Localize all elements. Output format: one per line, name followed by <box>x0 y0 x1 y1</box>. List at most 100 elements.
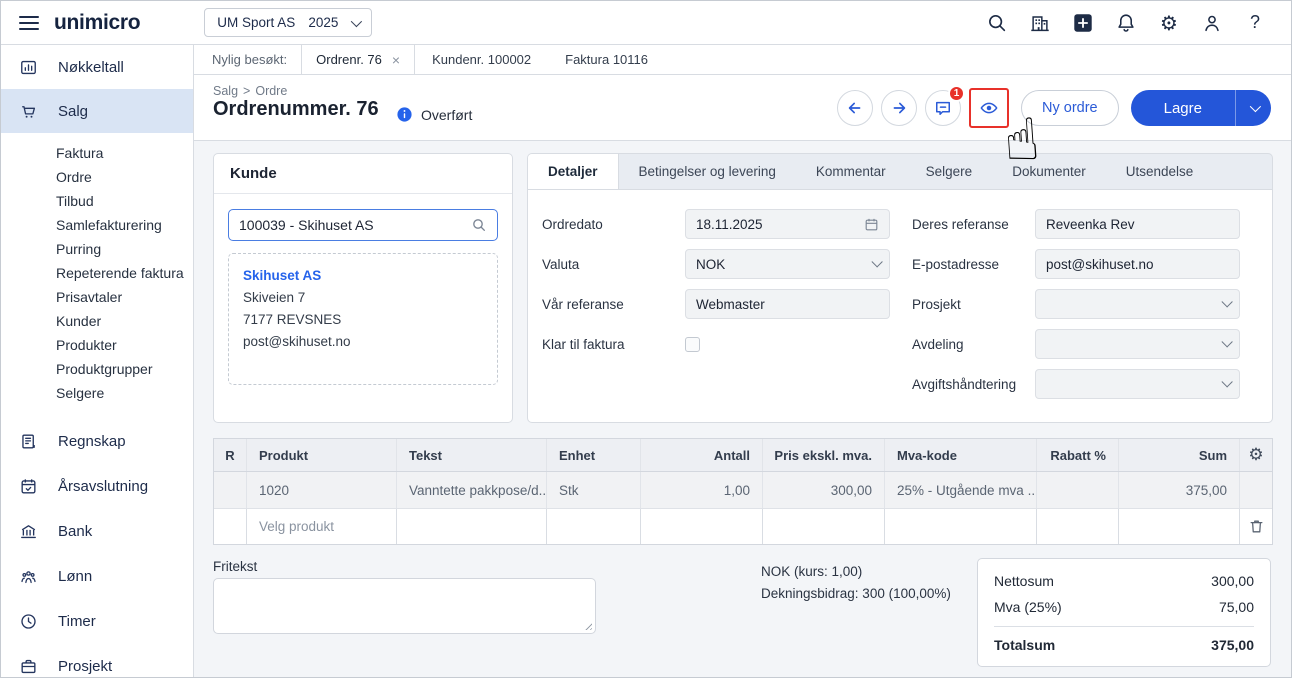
breadcrumb-ordre[interactable]: Ordre <box>255 84 287 98</box>
sidebar-item-purring[interactable]: Purring <box>1 237 193 261</box>
cell-pris[interactable]: 300,00 <box>763 472 885 508</box>
table-row[interactable]: 1020 Vanntette pakkpose/d... Stk 1,00 30… <box>214 472 1272 509</box>
sidebar-item-prisavtaler[interactable]: Prisavtaler <box>1 285 193 309</box>
notifications-icon[interactable] <box>1114 11 1138 35</box>
sidebar-item-bank[interactable]: Bank <box>1 509 193 554</box>
mva-row: Mva (25%) 75,00 <box>994 594 1254 620</box>
cell-antall-input[interactable] <box>641 509 763 544</box>
epostadresse-input[interactable]: post@skihuset.no <box>1035 249 1240 279</box>
customer-search-input[interactable]: 100039 - Skihuset AS <box>228 209 498 241</box>
sidebar-item-produkter[interactable]: Produkter <box>1 333 193 357</box>
settings-icon[interactable]: ⚙ <box>1157 11 1181 35</box>
breadcrumb-salg[interactable]: Salg <box>213 84 238 98</box>
cell-rabatt-input[interactable] <box>1037 509 1119 544</box>
fritekst-label: Fritekst <box>213 559 257 574</box>
tab-utsendelse[interactable]: Utsendelse <box>1106 154 1214 189</box>
avdeling-select[interactable] <box>1035 329 1240 359</box>
ordredato-input[interactable]: 18.11.2025 <box>685 209 890 239</box>
cell-antall[interactable]: 1,00 <box>641 472 763 508</box>
preview-button[interactable] <box>972 91 1006 125</box>
table-new-row[interactable]: Velg produkt <box>214 509 1272 544</box>
add-new-icon[interactable] <box>1071 11 1095 35</box>
sidebar-item-samlefakturering[interactable]: Samlefakturering <box>1 213 193 237</box>
recent-tab-ordrenr-76[interactable]: Ordrenr. 76 × <box>301 45 415 75</box>
cell-pris-input[interactable] <box>763 509 885 544</box>
sidebar-item-label: Årsavslutning <box>58 478 148 495</box>
company-directory-icon[interactable] <box>1028 11 1052 35</box>
header-actions: 1 Ny ordre Lagre <box>837 88 1271 128</box>
sidebar-item-produktgrupper[interactable]: Produktgrupper <box>1 357 193 381</box>
deres-referanse-input[interactable]: Reveenka Rev <box>1035 209 1240 239</box>
col-pris: Pris ekskl. mva. <box>763 439 885 471</box>
cell-sum-input[interactable] <box>1119 509 1240 544</box>
page-header: Salg>Ordre Ordrenummer. 76 Overført 1 <box>194 75 1291 141</box>
customer-name-link[interactable]: Skihuset AS <box>243 265 483 287</box>
chart-icon <box>19 58 38 77</box>
sidebar-item-prosjekt[interactable]: Prosjekt <box>1 644 193 678</box>
recently-visited-bar: Nylig besøkt: Ordrenr. 76 × Kundenr. 100… <box>194 45 1291 75</box>
search-icon[interactable] <box>985 11 1009 35</box>
cell-enhet-input[interactable] <box>547 509 641 544</box>
close-icon[interactable]: × <box>392 53 400 67</box>
tab-selgere[interactable]: Selgere <box>906 154 993 189</box>
sidebar-item-label: Prosjekt <box>58 658 112 675</box>
sidebar-item-regnskap[interactable]: Regnskap <box>1 419 193 464</box>
tab-betingelser-og-levering[interactable]: Betingelser og levering <box>619 154 796 189</box>
table-settings-icon[interactable]: ⚙ <box>1248 447 1263 464</box>
sidebar-item-arsavslutning[interactable]: Årsavslutning <box>1 464 193 509</box>
cell-produkt[interactable]: 1020 <box>247 472 397 508</box>
sidebar-item-nokkeltall[interactable]: Nøkkeltall <box>1 45 193 89</box>
preview-highlight-box <box>969 88 1009 128</box>
help-icon[interactable]: ? <box>1243 11 1267 35</box>
forward-button[interactable] <box>881 90 917 126</box>
customer-email: post@skihuset.no <box>243 331 483 353</box>
nettosum-row: Nettosum 300,00 <box>994 568 1254 594</box>
tab-kommentar[interactable]: Kommentar <box>796 154 906 189</box>
save-dropdown-button[interactable] <box>1235 90 1271 126</box>
sidebar-item-timer[interactable]: Timer <box>1 599 193 644</box>
sidebar-item-selgere[interactable]: Selgere <box>1 381 193 405</box>
menu-icon[interactable] <box>19 16 39 30</box>
sidebar-item-salg[interactable]: Salg <box>1 89 193 133</box>
var-referanse-input[interactable]: Webmaster <box>685 289 890 319</box>
sidebar-item-tilbud[interactable]: Tilbud <box>1 189 193 213</box>
tab-dokumenter[interactable]: Dokumenter <box>992 154 1106 189</box>
klar-til-faktura-label: Klar til faktura <box>542 337 685 352</box>
cell-mva-kode-input[interactable] <box>885 509 1037 544</box>
sidebar-item-repeterende-faktura[interactable]: Repeterende faktura <box>1 261 193 285</box>
trash-icon[interactable] <box>1248 518 1265 535</box>
cell-tekst[interactable]: Vanntette pakkpose/d... <box>397 472 547 508</box>
detail-form-left: Ordredato 18.11.2025 Valuta NOK <box>542 204 890 364</box>
epostadresse-label: E-postadresse <box>912 257 1035 272</box>
save-button[interactable]: Lagre <box>1131 90 1235 126</box>
recent-tab-kundenr[interactable]: Kundenr. 100002 <box>415 52 548 67</box>
sidebar-item-faktura[interactable]: Faktura <box>1 141 193 165</box>
user-icon[interactable] <box>1200 11 1224 35</box>
prosjekt-select[interactable] <box>1035 289 1240 319</box>
customer-address-card: Skihuset AS Skiveien 7 7177 REVSNES post… <box>228 253 498 385</box>
tab-detaljer[interactable]: Detaljer <box>528 154 619 189</box>
cell-sum[interactable]: 375,00 <box>1119 472 1240 508</box>
sidebar-item-ordre[interactable]: Ordre <box>1 165 193 189</box>
cell-produkt-input[interactable]: Velg produkt <box>247 509 397 544</box>
clock-icon <box>19 612 38 631</box>
new-order-button[interactable]: Ny ordre <box>1021 90 1119 126</box>
fritekst-textarea[interactable] <box>213 578 596 634</box>
company-selector[interactable]: UM Sport AS 2025 <box>204 8 372 37</box>
valuta-select[interactable]: NOK <box>685 249 890 279</box>
recent-tab-faktura[interactable]: Faktura 10116 <box>548 52 665 67</box>
avgiftshandtering-select[interactable] <box>1035 369 1240 399</box>
sidebar-item-lonn[interactable]: Lønn <box>1 554 193 599</box>
klar-til-faktura-checkbox[interactable] <box>685 337 700 352</box>
briefcase-icon <box>19 657 38 676</box>
ledger-icon <box>19 432 38 451</box>
cell-tekst-input[interactable] <box>397 509 547 544</box>
comments-button[interactable]: 1 <box>925 90 961 126</box>
back-button[interactable] <box>837 90 873 126</box>
sidebar-item-kunder[interactable]: Kunder <box>1 309 193 333</box>
customer-panel-title: Kunde <box>214 154 512 194</box>
cell-mva-kode[interactable]: 25% - Utgående mva ... <box>885 472 1037 508</box>
cell-rabatt[interactable] <box>1037 472 1119 508</box>
cell-enhet[interactable]: Stk <box>547 472 641 508</box>
calendar-icon[interactable] <box>864 217 879 232</box>
